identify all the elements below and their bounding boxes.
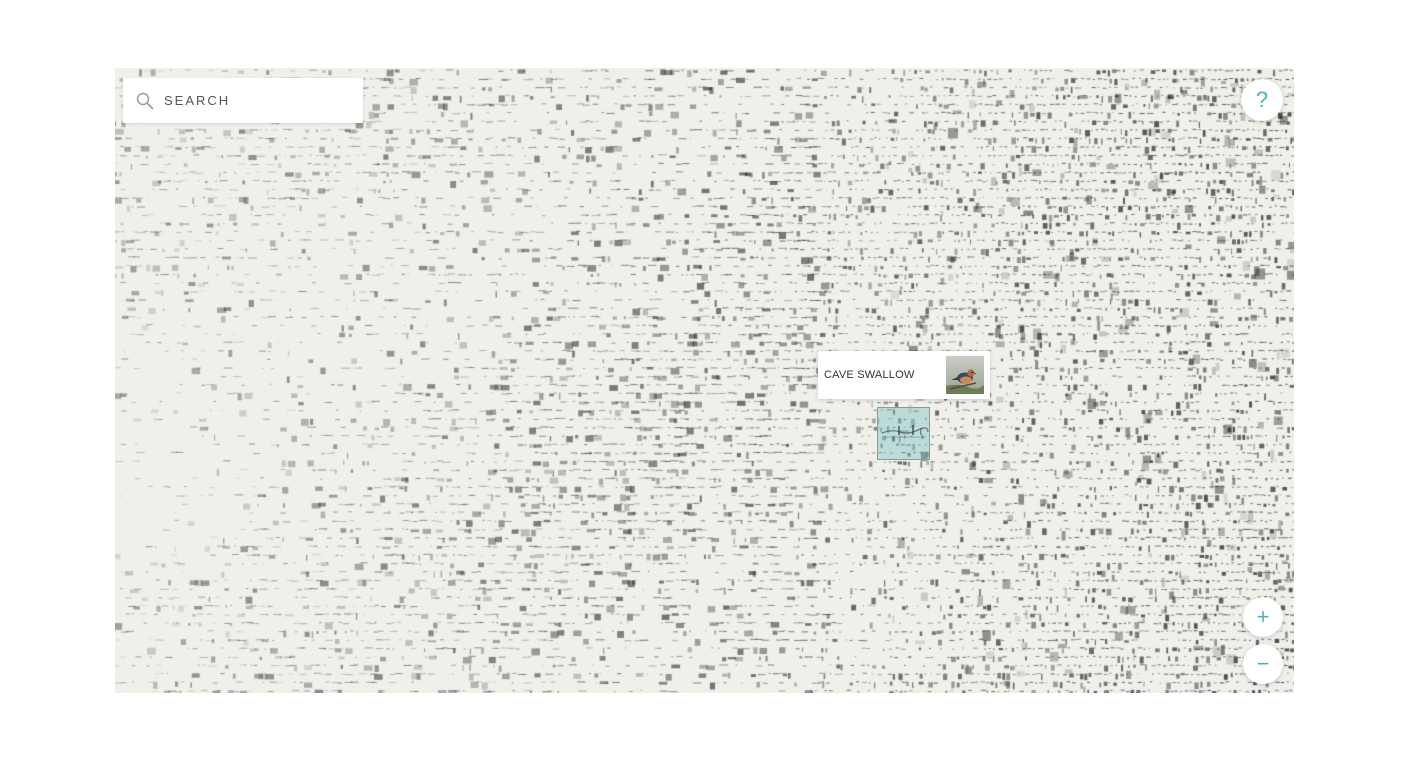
zoom-in-button[interactable]: + (1243, 597, 1283, 637)
selected-spectrogram-tile[interactable] (877, 407, 930, 460)
search-icon (136, 92, 154, 109)
plus-icon: + (1256, 604, 1270, 629)
tile-spectrogram (881, 425, 929, 438)
species-name: CAVE SWALLOW (824, 369, 915, 381)
search-input[interactable] (164, 93, 344, 108)
bird-photo-icon (946, 356, 984, 394)
zoom-out-button[interactable]: − (1243, 644, 1283, 684)
help-icon: ? (1255, 87, 1269, 112)
search-box[interactable] (123, 78, 363, 123)
minus-icon: − (1256, 651, 1270, 676)
spectrogram-grid[interactable] (115, 68, 1294, 693)
help-button[interactable]: ? (1241, 79, 1283, 121)
spectrogram-map[interactable]: ? CAVE SWALLOW (115, 68, 1294, 693)
species-tooltip[interactable]: CAVE SWALLOW (818, 351, 990, 399)
